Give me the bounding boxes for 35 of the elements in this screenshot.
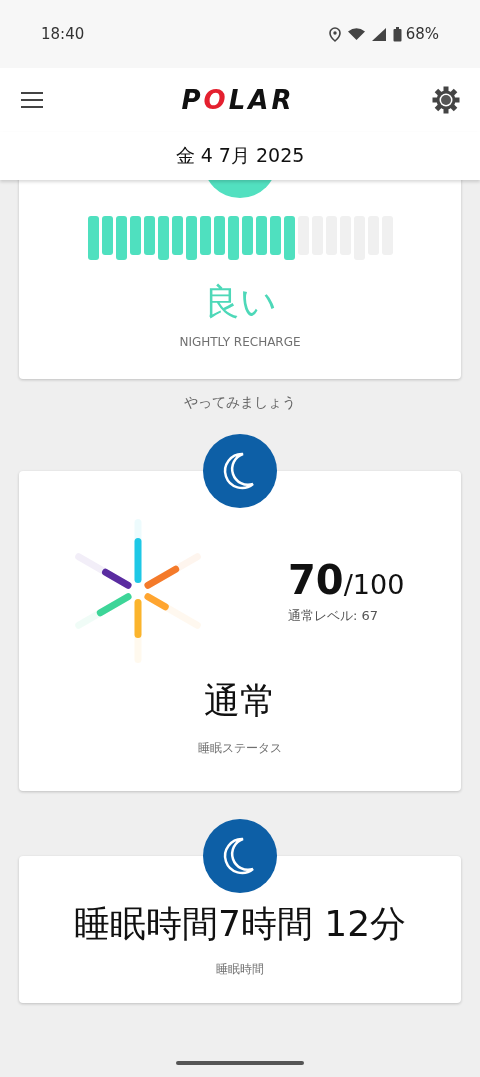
recharge-bar [157, 216, 169, 260]
recharge-bar [143, 216, 155, 255]
recharge-bar [269, 216, 281, 255]
recharge-bar [171, 216, 183, 255]
recharge-status: 良い [203, 280, 277, 324]
sleep-time-label: 睡眠時間 [216, 961, 264, 978]
battery-icon [392, 26, 402, 42]
recharge-bar [115, 216, 127, 260]
sleep-status-label: 睡眠ステータス [198, 740, 282, 757]
signal-icon [371, 27, 386, 41]
recharge-bar [213, 216, 225, 255]
status-time: 18:40 [41, 25, 85, 43]
recharge-bar [199, 216, 211, 255]
recharge-bar [129, 216, 141, 255]
date-label[interactable]: 金 4 7月 2025 [175, 143, 305, 169]
recharge-bar [101, 216, 113, 255]
sleep-score: 70/100 [288, 557, 405, 603]
settings-icon[interactable] [432, 86, 460, 114]
location-icon [328, 26, 341, 42]
battery-percent: 68% [405, 25, 439, 43]
recharge-bar [227, 216, 239, 260]
menu-icon[interactable] [20, 91, 44, 109]
recharge-bar [185, 216, 197, 260]
recharge-bar [283, 216, 295, 260]
recharge-bar [241, 216, 253, 255]
usual-level: 通常レベル: 67 [288, 607, 380, 625]
logo: POLAR [181, 85, 295, 115]
sleep-status: 通常 [204, 679, 276, 723]
wifi-icon [347, 28, 365, 40]
sleep-time: 睡眠時間7時間 12分 [73, 902, 407, 946]
recharge-bar [255, 216, 267, 255]
hint-text[interactable]: やってみましょう [184, 394, 296, 412]
home-handle[interactable] [176, 1060, 304, 1065]
recharge-bar [87, 216, 99, 260]
recharge-label: NIGHTLY RECHARGE [179, 335, 301, 350]
